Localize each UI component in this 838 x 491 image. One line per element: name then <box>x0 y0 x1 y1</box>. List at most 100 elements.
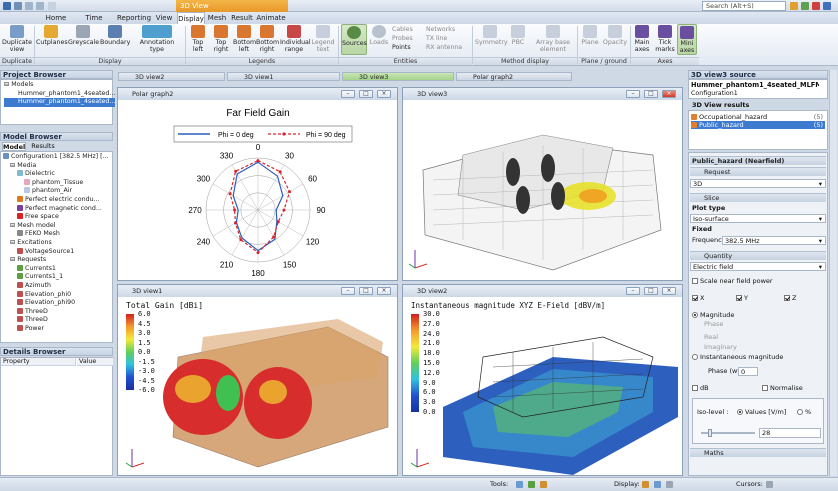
legend-top-right-button[interactable]: Top right <box>210 24 232 55</box>
legend-text-button[interactable]: Legend text <box>310 24 336 55</box>
array-base-element-button[interactable]: Array base element <box>531 24 575 55</box>
minimize-button[interactable]: – <box>626 287 640 295</box>
pbc-button[interactable]: PBC <box>507 24 529 55</box>
phase-radio[interactable]: Phase <box>690 320 826 329</box>
plane-button[interactable]: Plane <box>579 24 601 55</box>
checkbox-checked[interactable] <box>736 295 742 301</box>
tree-item[interactable]: Currents1 <box>3 264 109 274</box>
tree-item[interactable]: ⊟ Excitations <box>3 239 109 248</box>
radio-selected[interactable] <box>737 409 743 415</box>
inst-magnitude-radio[interactable]: Instantaneous magnitude <box>690 353 826 362</box>
maximize-button[interactable]: □ <box>359 287 373 295</box>
tab-home[interactable]: Home <box>42 12 70 24</box>
request-header[interactable]: Request <box>690 167 826 176</box>
boundary-button[interactable]: Boundary <box>100 24 130 55</box>
real-radio[interactable]: Real <box>690 333 826 342</box>
plot-type-dropdown[interactable]: Iso-surface ▾ <box>690 214 826 223</box>
tool-icon[interactable] <box>528 481 535 488</box>
iso-level-input[interactable]: 28 <box>759 428 821 438</box>
legend-bottom-right-button[interactable]: Bottom right <box>256 24 279 55</box>
models-node[interactable]: ⊟ Models <box>4 81 115 90</box>
maximize-button[interactable]: □ <box>644 90 658 98</box>
maths-header[interactable]: Maths <box>690 448 826 457</box>
tree-item[interactable]: Perfect magnetic cond... <box>3 204 109 214</box>
model-item-selected[interactable]: Hummer_phantom1_4seated... <box>4 98 116 107</box>
probes-item[interactable]: Probes <box>392 35 413 43</box>
main-axes-button[interactable]: Main axes <box>632 24 652 55</box>
symmetry-button[interactable]: Symmetry <box>475 24 508 55</box>
close-button[interactable]: × <box>377 287 391 295</box>
cursor-icon[interactable] <box>766 481 773 488</box>
loads-button[interactable]: Loads <box>369 24 389 55</box>
annotation-type-button[interactable]: Annotation type <box>132 24 182 55</box>
tab-result[interactable]: Result <box>229 12 255 24</box>
legend-top-left-button[interactable]: Top left <box>187 24 209 55</box>
tree-item[interactable]: Configuration1 [382.5 MHz] [... <box>3 153 109 162</box>
tree-item[interactable]: ThreeD <box>3 316 109 325</box>
tree-item[interactable]: FEKO Mesh <box>3 230 109 239</box>
tree-item[interactable]: Azimuth <box>3 281 109 291</box>
tree-item[interactable]: ⊟ Media <box>3 162 109 171</box>
doc-tab-polar-graph2[interactable]: Polar graph2 <box>456 72 572 81</box>
tab-reporting[interactable]: Reporting <box>117 12 151 24</box>
redo-icon[interactable] <box>36 2 44 10</box>
doc-tab-3d-view3[interactable]: 3D view3 <box>342 72 454 81</box>
tab-mesh[interactable]: Mesh <box>206 12 228 24</box>
display-icon[interactable] <box>666 481 673 488</box>
y-checkbox[interactable]: Y <box>736 294 776 303</box>
checkbox-checked[interactable] <box>692 295 698 301</box>
z-checkbox[interactable]: Z <box>784 294 824 303</box>
duplicate-view-button[interactable]: Duplicate view <box>2 24 32 55</box>
quantity-header[interactable]: Quantity <box>690 251 826 260</box>
checkbox[interactable] <box>762 385 768 391</box>
individual-range-button[interactable]: Individual range <box>280 24 311 55</box>
display-icon[interactable] <box>642 481 649 488</box>
minimize-button[interactable]: – <box>341 90 355 98</box>
tree-item[interactable]: ThreeD <box>3 307 109 317</box>
normalise-checkbox[interactable]: Normalise <box>762 384 822 393</box>
close-button[interactable]: × <box>377 90 391 98</box>
minimize-button[interactable]: – <box>626 90 640 98</box>
x-checkbox[interactable]: X <box>690 294 734 303</box>
doc-tab-3d-view1[interactable]: 3D view1 <box>227 72 340 81</box>
help-icon[interactable] <box>790 2 798 10</box>
radio[interactable] <box>692 354 698 360</box>
checkbox-checked[interactable] <box>784 295 790 301</box>
cutplanes-button[interactable]: Cutplanes <box>36 24 68 55</box>
scale-near-field-checkbox[interactable]: Scale near field power <box>690 277 826 286</box>
customize-icon[interactable] <box>48 2 56 10</box>
doc-tab-3d-view2[interactable]: 3D view2 <box>118 72 225 81</box>
tool-icon[interactable] <box>516 481 523 488</box>
tree-item[interactable]: phantom_Air <box>3 187 109 196</box>
tree-item[interactable]: phantom_Tissue <box>3 178 109 188</box>
tx-line-item[interactable]: TX line <box>426 35 447 43</box>
quantity-dropdown[interactable]: Electric field ▾ <box>690 262 826 271</box>
cables-item[interactable]: Cables <box>392 26 413 34</box>
maximize-button[interactable]: □ <box>359 90 373 98</box>
save-icon[interactable] <box>14 2 22 10</box>
slice-header[interactable]: Slice <box>690 193 826 202</box>
iso-level-slider-thumb[interactable] <box>708 429 712 437</box>
notification-icon[interactable] <box>812 2 820 10</box>
phase-wt-input[interactable]: 0 <box>738 367 758 376</box>
checkbox[interactable] <box>692 385 698 391</box>
tab-view[interactable]: View <box>152 12 176 24</box>
sources-button[interactable]: Sources <box>341 24 367 55</box>
radio-selected[interactable] <box>692 312 698 318</box>
tab-animate[interactable]: Animate <box>256 12 286 24</box>
checkbox[interactable] <box>692 278 698 284</box>
opacity-button[interactable]: Opacity <box>602 24 628 55</box>
tree-item[interactable]: Elevation_phi0 <box>3 290 109 300</box>
tree-item[interactable]: Perfect electric condu... <box>3 195 109 205</box>
values-radio[interactable]: Values [V/m] <box>737 408 786 416</box>
source-model-box[interactable]: Hummer_phantom1_4seated_MLFMM_cust Confi… <box>688 79 828 99</box>
tree-item[interactable]: Currents1_1 <box>3 273 109 282</box>
tab-time-analysis[interactable]: Time analysis <box>72 12 116 34</box>
tree-item[interactable]: Free space <box>3 213 109 222</box>
close-button[interactable]: × <box>662 90 676 98</box>
tool-icon[interactable] <box>540 481 547 488</box>
mini-axes-button[interactable]: Mini axes <box>677 24 697 55</box>
settings-icon[interactable] <box>801 2 809 10</box>
percent-radio[interactable]: % <box>797 408 811 416</box>
request-dropdown[interactable]: 3D ▾ <box>690 179 826 188</box>
